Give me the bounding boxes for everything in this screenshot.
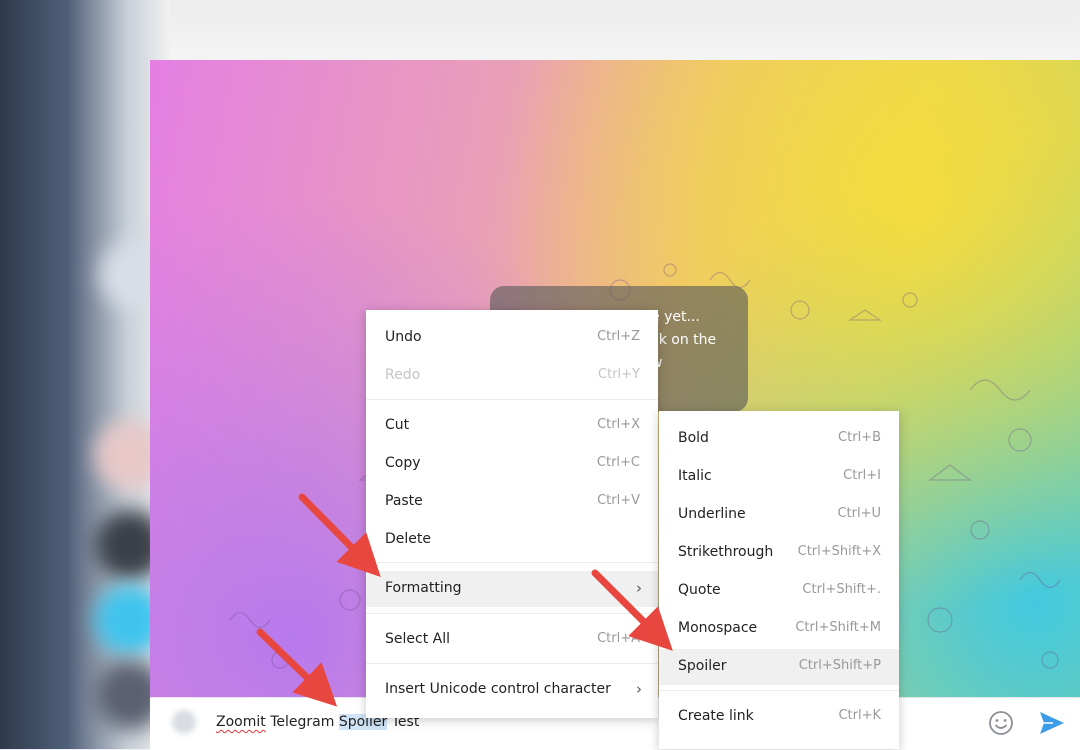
menu-item-label: Delete bbox=[385, 531, 431, 547]
menu-item-shortcut: Ctrl+Shift+X bbox=[797, 544, 881, 559]
menu-item-shortcut: Ctrl+K bbox=[838, 708, 881, 723]
menu-item-paste[interactable]: Paste Ctrl+V bbox=[366, 484, 658, 520]
menu-item-quote[interactable]: Quote Ctrl+Shift+. bbox=[659, 573, 899, 609]
menu-item-label: Spoiler bbox=[678, 658, 727, 674]
menu-item-select-all[interactable]: Select All Ctrl+A bbox=[366, 622, 658, 658]
menu-separator bbox=[366, 663, 658, 664]
menu-item-label: Italic bbox=[678, 468, 712, 484]
menu-item-redo[interactable]: Redo Ctrl+Y bbox=[366, 358, 658, 394]
menu-separator bbox=[366, 399, 658, 400]
formatting-submenu: Bold Ctrl+B Italic Ctrl+I Underline Ctrl… bbox=[659, 411, 899, 749]
menu-item-formatting[interactable]: Formatting › bbox=[366, 571, 658, 607]
menu-separator bbox=[366, 562, 658, 563]
menu-item-label: Monospace bbox=[678, 620, 758, 636]
menu-item-monospace[interactable]: Monospace Ctrl+Shift+M bbox=[659, 611, 899, 647]
menu-item-shortcut: Ctrl+Shift+. bbox=[802, 582, 881, 597]
menu-item-shortcut: Ctrl+U bbox=[837, 506, 881, 521]
send-icon[interactable] bbox=[1038, 710, 1066, 736]
menu-item-create-link[interactable]: Create link Ctrl+K bbox=[659, 699, 899, 735]
menu-item-insert-unicode[interactable]: Insert Unicode control character › bbox=[366, 672, 658, 708]
menu-separator bbox=[366, 613, 658, 614]
menu-item-undo[interactable]: Undo Ctrl+Z bbox=[366, 320, 658, 356]
menu-item-label: Select All bbox=[385, 631, 450, 647]
context-menu: Undo Ctrl+Z Redo Ctrl+Y Cut Ctrl+X Copy … bbox=[366, 310, 658, 718]
menu-item-underline[interactable]: Underline Ctrl+U bbox=[659, 497, 899, 533]
menu-item-shortcut: Ctrl+Shift+M bbox=[795, 620, 881, 635]
attach-icon[interactable] bbox=[172, 710, 196, 734]
empty-chat-line: e yet... bbox=[651, 309, 700, 325]
menu-item-shortcut: Ctrl+I bbox=[843, 468, 881, 483]
menu-item-delete[interactable]: Delete bbox=[366, 522, 658, 558]
message-text: Telegram bbox=[265, 714, 339, 730]
menu-item-label: Strikethrough bbox=[678, 544, 774, 560]
menu-separator bbox=[659, 690, 899, 691]
menu-item-label: Redo bbox=[385, 367, 421, 383]
menu-item-label: Quote bbox=[678, 582, 721, 598]
chevron-right-icon: › bbox=[636, 579, 642, 597]
menu-item-copy[interactable]: Copy Ctrl+C bbox=[366, 446, 658, 482]
menu-item-shortcut: Ctrl+Z bbox=[597, 329, 640, 344]
menu-item-label: Paste bbox=[385, 493, 423, 509]
menu-item-label: Copy bbox=[385, 455, 421, 471]
chevron-right-icon: › bbox=[636, 680, 642, 698]
menu-item-cut[interactable]: Cut Ctrl+X bbox=[366, 408, 658, 444]
menu-item-shortcut: Ctrl+X bbox=[597, 417, 640, 432]
menu-item-strikethrough[interactable]: Strikethrough Ctrl+Shift+X bbox=[659, 535, 899, 571]
menu-item-shortcut: Ctrl+Shift+P bbox=[798, 658, 881, 673]
menu-item-label: Undo bbox=[385, 329, 422, 345]
empty-chat-line: ck on the bbox=[651, 332, 717, 348]
menu-item-shortcut: Ctrl+Y bbox=[598, 367, 640, 382]
menu-item-shortcut: Ctrl+C bbox=[596, 455, 640, 470]
misspelled-word: Zoomit bbox=[216, 714, 266, 730]
menu-item-spoiler[interactable]: Spoiler Ctrl+Shift+P bbox=[659, 649, 899, 685]
menu-item-label: Bold bbox=[678, 430, 709, 446]
menu-item-italic[interactable]: Italic Ctrl+I bbox=[659, 459, 899, 495]
menu-item-label: Cut bbox=[385, 417, 410, 433]
menu-item-label: Formatting bbox=[385, 580, 462, 596]
emoji-icon[interactable] bbox=[988, 710, 1014, 736]
menu-item-label: Underline bbox=[678, 506, 746, 522]
menu-item-label: Insert Unicode control character bbox=[385, 681, 611, 697]
menu-item-shortcut: Ctrl+V bbox=[597, 493, 640, 508]
chat-list-sidebar[interactable] bbox=[0, 0, 170, 749]
menu-item-shortcut: Ctrl+B bbox=[838, 430, 881, 445]
menu-item-bold[interactable]: Bold Ctrl+B bbox=[659, 421, 899, 457]
menu-item-shortcut: Ctrl+A bbox=[597, 631, 640, 646]
menu-item-label: Create link bbox=[678, 708, 754, 724]
